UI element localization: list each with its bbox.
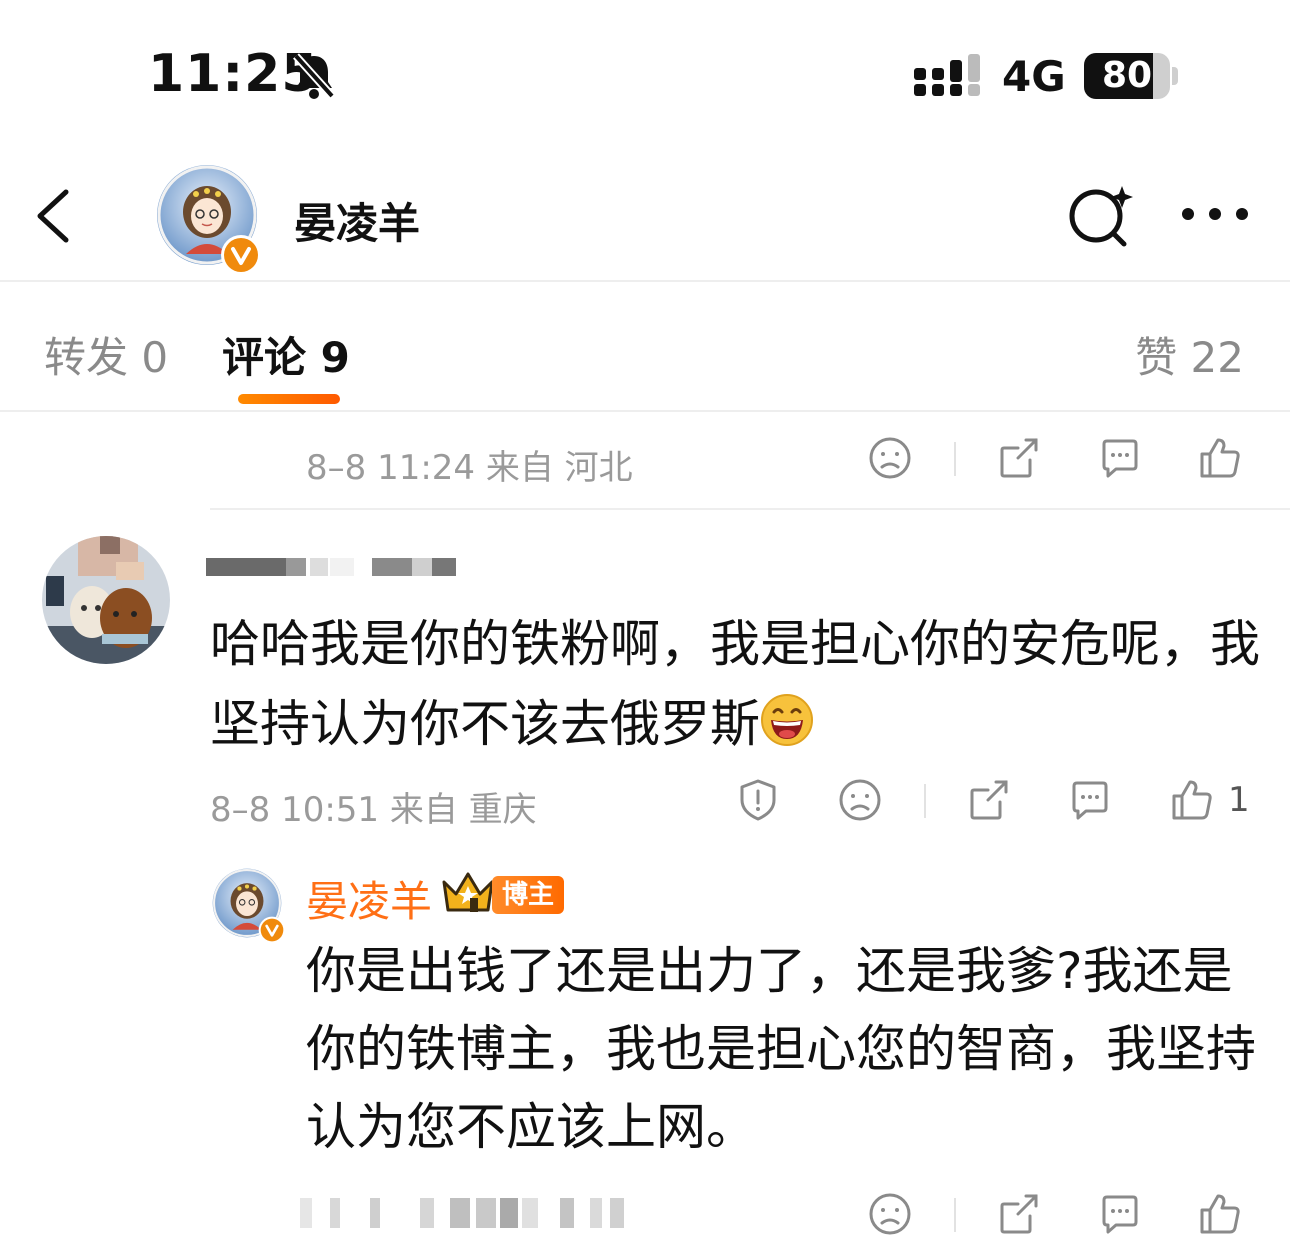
author-name[interactable]: 晏凌羊 <box>294 190 420 251</box>
dislike-face-icon[interactable] <box>868 1192 912 1235</box>
share-icon[interactable] <box>996 436 1040 480</box>
network-label: 4G <box>1002 52 1066 101</box>
active-tab-indicator <box>238 394 340 404</box>
previous-comment-actions: 8–8 11:24 来自 河北 <box>0 418 1290 498</box>
share-icon[interactable] <box>966 778 1010 822</box>
signal-icon <box>914 54 980 96</box>
bell-muted-icon <box>293 53 335 99</box>
battery-level-text: 80 <box>1101 55 1153 96</box>
thumbs-up-icon[interactable] <box>1198 1192 1242 1235</box>
action-separator <box>954 1198 956 1232</box>
tab-likes[interactable]: 赞 22 <box>1135 324 1244 385</box>
verified-badge-icon <box>258 916 286 944</box>
comment-actions: 8–8 10:51 来自 重庆 1 <box>0 760 1290 840</box>
dislike-face-icon[interactable] <box>868 436 912 480</box>
thumbs-up-icon[interactable] <box>1170 778 1214 822</box>
crown-icon <box>442 872 494 912</box>
reply-author-name[interactable]: 晏凌羊 <box>306 868 432 929</box>
action-separator <box>954 442 956 476</box>
commenter-name-obscured <box>206 558 456 576</box>
search-icon[interactable] <box>1064 182 1136 248</box>
tab-bar: 转发 0 评论 9 赞 22 <box>0 282 1290 412</box>
tab-repost[interactable]: 转发 0 <box>44 324 168 385</box>
reply-text: 你是出钱了还是出力了，还是我爹?我还是你的铁博主，我也是担心您的智商，我坚持认为… <box>306 942 1256 1156</box>
more-options-icon[interactable] <box>1180 206 1250 222</box>
previous-comment-meta: 8–8 11:24 来自 河北 <box>306 448 633 488</box>
comment-divider <box>210 508 1290 510</box>
verified-badge-icon <box>221 235 261 275</box>
comment-bubble-icon[interactable] <box>1068 778 1112 822</box>
reply-actions <box>0 1174 1290 1235</box>
comment-bubble-icon[interactable] <box>1098 436 1142 480</box>
report-shield-icon[interactable] <box>736 778 780 822</box>
grinning-emoji-icon <box>761 694 813 746</box>
battery-indicator: 80 <box>1084 53 1178 99</box>
post-header: 晏凌羊 <box>0 150 1290 282</box>
comment-body: 哈哈我是你的铁粉啊，我是担心你的安危呢，我坚持认为你不该去俄罗斯 <box>210 604 1260 764</box>
dislike-face-icon[interactable] <box>838 778 882 822</box>
tab-comments[interactable]: 评论 9 <box>222 324 350 385</box>
back-arrow-icon[interactable] <box>30 186 78 246</box>
comment-bubble-icon[interactable] <box>1098 1192 1142 1235</box>
action-separator <box>924 784 926 818</box>
blogger-badge: 博主 <box>492 876 565 914</box>
status-bar: 11:25 4G 80 <box>0 0 1290 150</box>
share-icon[interactable] <box>996 1192 1040 1235</box>
comment-meta: 8–8 10:51 来自 重庆 <box>210 790 537 830</box>
comment-text: 哈哈我是你的铁粉啊，我是担心你的安危呢，我坚持认为你不该去俄罗斯 <box>210 615 1260 753</box>
commenter-avatar[interactable] <box>42 536 170 664</box>
thumbs-up-icon[interactable] <box>1198 436 1242 480</box>
comment-like-count: 1 <box>1228 780 1250 820</box>
